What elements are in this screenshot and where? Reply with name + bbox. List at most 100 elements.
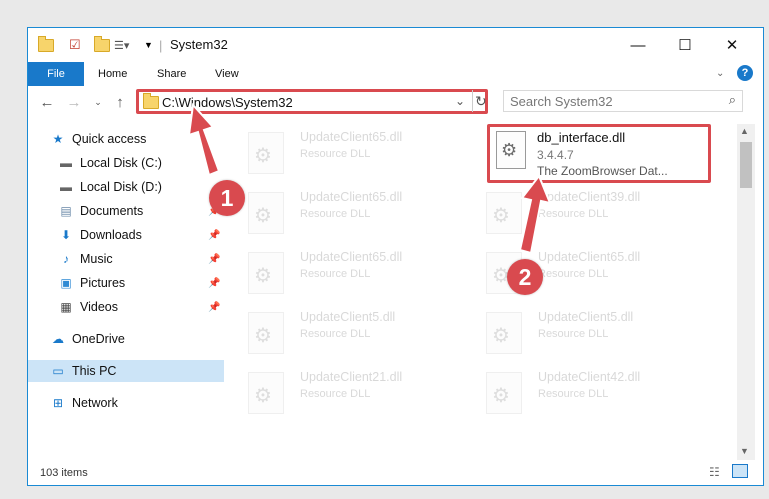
file-name: UpdateClient39.dll — [538, 190, 641, 204]
file-type: Resource DLL — [300, 148, 371, 160]
dll-file-icon — [248, 372, 284, 414]
highlighted-file-db-interface[interactable]: db_interface.dll 3.4.4.7 The ZoomBrowser… — [487, 124, 711, 183]
pin-icon[interactable]: 📌 — [208, 230, 220, 241]
navigation-pane: ★ Quick access ▬ Local Disk (C:) ▬ Local… — [28, 124, 224, 458]
document-icon: ▤ — [60, 204, 72, 218]
file-description: The ZoomBrowser Dat... — [537, 164, 668, 178]
expand-ribbon-icon[interactable]: ⌄ — [716, 62, 724, 86]
step-1-badge: 1 — [209, 180, 245, 216]
pin-icon[interactable]: 📌 — [208, 278, 220, 289]
dll-file-icon — [496, 131, 526, 169]
dll-file-icon — [248, 312, 284, 354]
quick-access-folder-icon[interactable] — [38, 35, 54, 54]
nav-label: Quick access — [72, 132, 147, 146]
dll-file-icon — [248, 252, 284, 294]
file-name: UpdateClient5.dll — [538, 310, 634, 324]
item-count: 103 items — [40, 467, 88, 479]
dll-file-icon — [486, 312, 522, 354]
nav-label: Pictures — [80, 276, 126, 290]
file-type: Resource DLL — [538, 208, 609, 220]
vertical-scrollbar[interactable]: ▲ ▼ — [737, 124, 755, 460]
file-name: UpdateClient42.dll — [538, 370, 641, 384]
nav-label: Videos — [80, 300, 118, 314]
step-2-badge: 2 — [507, 259, 543, 295]
back-arrow-icon[interactable]: ← — [37, 92, 57, 112]
file-name: UpdateClient65.dll — [300, 250, 403, 264]
pin-icon[interactable]: 📌 — [208, 302, 220, 313]
network-icon: ⊞ — [52, 396, 64, 410]
title-separator: | — [159, 37, 163, 53]
address-bar: ← → ⌄ ↑ C:\Windows\System32 ⌄ ↻ Search S… — [28, 86, 763, 118]
properties-icon[interactable]: ☑ — [69, 36, 81, 54]
tab-view[interactable]: View — [215, 62, 239, 86]
nav-label: Documents — [80, 204, 144, 218]
file-type: Resource DLL — [538, 268, 609, 280]
file-item[interactable]: UpdateClient39.dll Resource DLL — [466, 186, 686, 234]
pin-icon[interactable]: 📌 — [208, 254, 220, 265]
new-folder-icon[interactable] — [94, 35, 110, 54]
recent-locations-icon[interactable]: ⌄ — [88, 92, 108, 112]
file-item[interactable]: UpdateClient65.dll Resource DLL — [466, 246, 686, 294]
file-name: UpdateClient65.dll — [300, 190, 403, 204]
nav-label: Downloads — [80, 228, 142, 242]
pictures-icon: ▣ — [60, 276, 72, 290]
address-field[interactable]: C:\Windows\System32 ⌄ ↻ — [136, 89, 488, 114]
window-title: System32 — [170, 37, 228, 52]
nav-network[interactable]: ⊞ Network — [50, 392, 246, 414]
file-item[interactable]: UpdateClient65.dll Resource DLL — [228, 126, 448, 174]
tab-home[interactable]: Home — [98, 62, 127, 86]
tab-share[interactable]: Share — [157, 62, 186, 86]
file-type: Resource DLL — [300, 388, 371, 400]
nav-label: This PC — [72, 364, 117, 378]
help-icon[interactable]: ? — [737, 65, 753, 81]
file-item[interactable]: UpdateClient5.dll Resource DLL — [228, 306, 448, 354]
search-icon[interactable]: ⌕ — [729, 92, 736, 108]
address-dropdown-icon[interactable]: ⌄ — [455, 94, 465, 108]
search-input[interactable]: Search System32 ⌕ — [503, 90, 743, 112]
nav-label: Network — [72, 396, 118, 410]
nav-quick-access[interactable]: ★ Quick access — [50, 128, 246, 150]
nav-label: Local Disk (D:) — [80, 180, 162, 194]
tab-file[interactable]: File — [28, 62, 84, 86]
title-bar: ☑ ☰▾ ▼ | System32 — ☐ ✕ — [28, 28, 763, 62]
dll-file-icon — [486, 192, 522, 234]
file-name: db_interface.dll — [537, 130, 626, 145]
close-button[interactable]: ✕ — [709, 28, 755, 62]
search-placeholder: Search System32 — [510, 94, 613, 109]
file-item[interactable]: UpdateClient42.dll Resource DLL — [466, 366, 686, 414]
file-item[interactable]: UpdateClient5.dll Resource DLL — [466, 306, 686, 354]
up-arrow-icon[interactable]: ↑ — [110, 92, 130, 112]
file-item[interactable]: UpdateClient65.dll Resource DLL — [228, 246, 448, 294]
disk-icon: ▬ — [60, 156, 72, 170]
ribbon-tabs: File Home Share View ⌄ ? — [28, 62, 763, 87]
maximize-button[interactable]: ☐ — [662, 28, 708, 62]
nav-label: Local Disk (C:) — [80, 156, 162, 170]
file-type: Resource DLL — [538, 388, 609, 400]
nav-label: OneDrive — [72, 332, 125, 346]
scroll-up-icon[interactable]: ▲ — [740, 126, 749, 136]
scroll-down-icon[interactable]: ▼ — [740, 446, 749, 456]
videos-icon: ▦ — [60, 300, 72, 314]
nav-onedrive[interactable]: ☁ OneDrive — [50, 328, 246, 350]
file-type: Resource DLL — [300, 208, 371, 220]
cloud-icon: ☁ — [52, 332, 64, 346]
file-type: Resource DLL — [538, 328, 609, 340]
customize-toolbar-icon[interactable]: ☰▾ — [114, 36, 129, 54]
file-type: Resource DLL — [300, 268, 371, 280]
scroll-thumb[interactable] — [740, 142, 752, 188]
file-name: UpdateClient5.dll — [300, 310, 396, 324]
nav-this-pc[interactable]: ▭ This PC — [28, 360, 224, 382]
forward-arrow-icon[interactable]: → — [64, 92, 84, 112]
dll-file-icon — [248, 192, 284, 234]
folder-icon — [143, 93, 159, 114]
minimize-button[interactable]: — — [615, 28, 661, 62]
dll-file-icon — [486, 372, 522, 414]
file-item[interactable]: UpdateClient21.dll Resource DLL — [228, 366, 448, 414]
refresh-icon[interactable]: ↻ — [475, 93, 487, 110]
details-view-icon[interactable]: ☷ — [709, 465, 720, 479]
dll-file-icon — [248, 132, 284, 174]
file-version: 3.4.4.7 — [537, 148, 574, 162]
file-item[interactable]: UpdateClient65.dll Resource DLL — [228, 186, 448, 234]
large-icons-view-icon[interactable] — [732, 464, 748, 478]
chevron-down-icon[interactable]: ▼ — [144, 36, 153, 54]
